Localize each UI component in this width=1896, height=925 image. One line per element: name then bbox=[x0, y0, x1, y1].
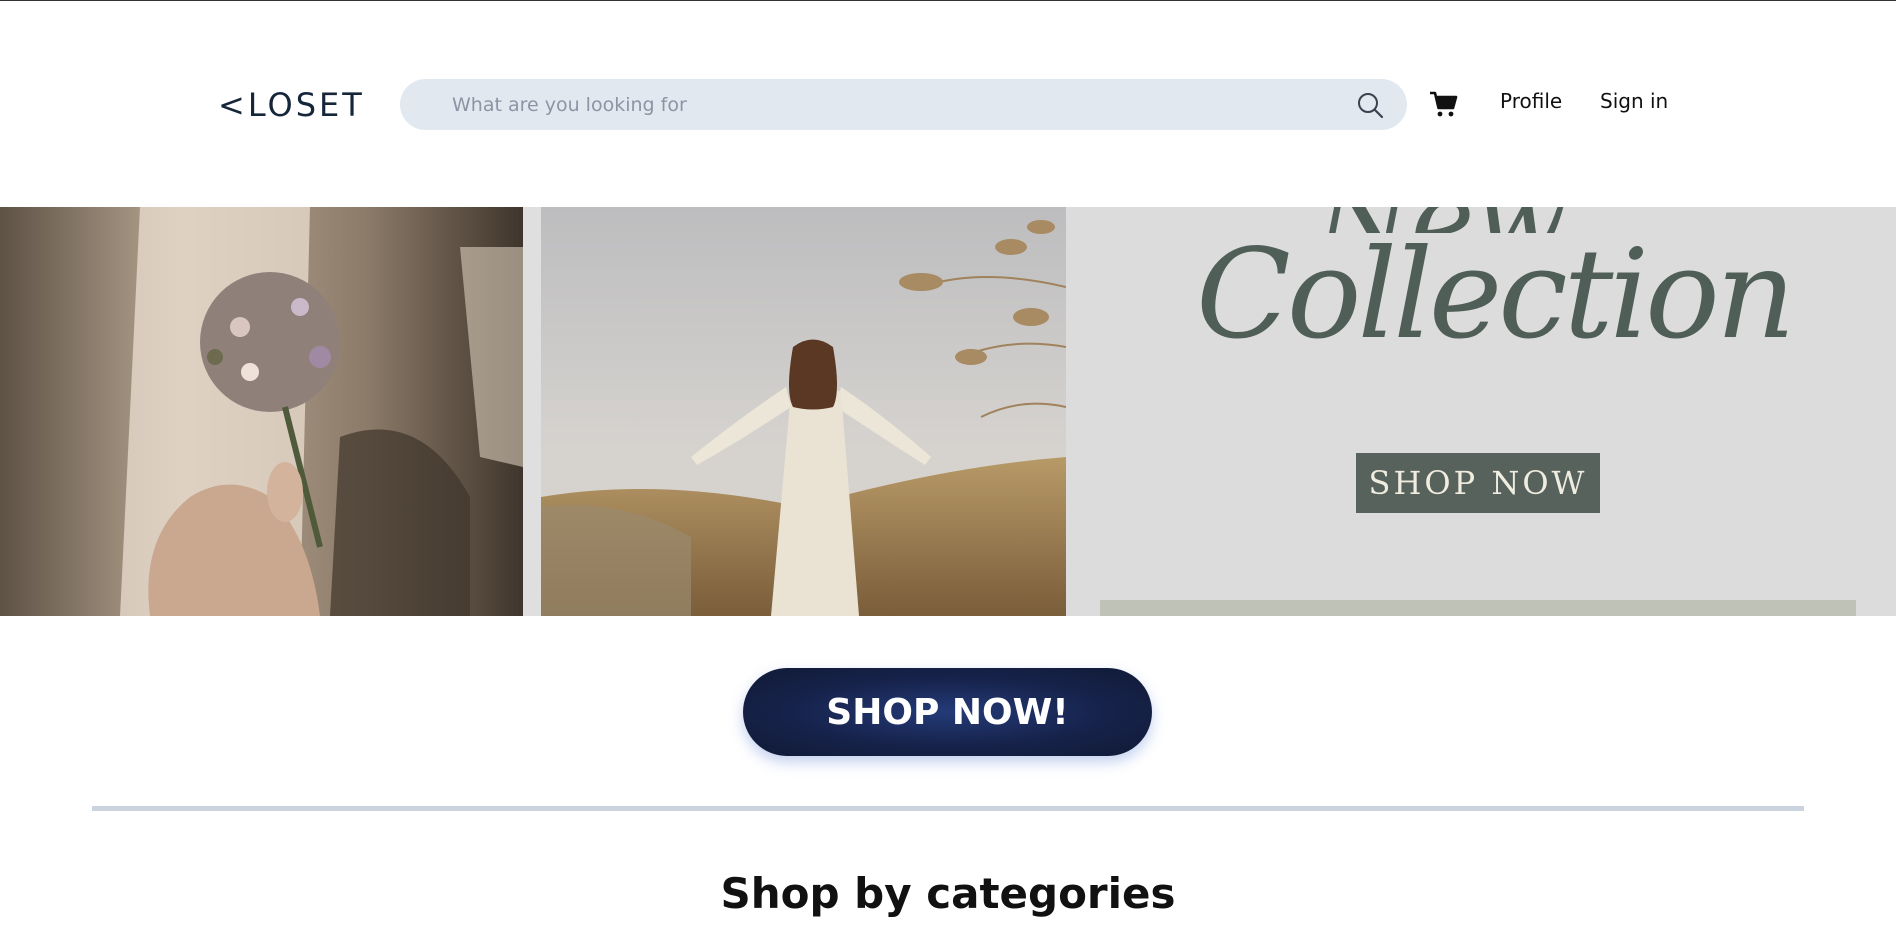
search-icon[interactable] bbox=[1355, 90, 1385, 120]
cart-icon[interactable] bbox=[1428, 88, 1460, 120]
search-bar bbox=[400, 79, 1407, 130]
promo-title-line2: Collection bbox=[1196, 223, 1796, 367]
search-input[interactable] bbox=[450, 92, 1355, 117]
promo-panel: New Collection SHOP NOW bbox=[1066, 207, 1896, 616]
hero-photo-bouquet bbox=[0, 207, 523, 616]
sign-in-link[interactable]: Sign in bbox=[1600, 89, 1668, 113]
promo-title: New Collection bbox=[1196, 207, 1796, 367]
site-header: <LOSET Profile Sign in bbox=[0, 1, 1896, 207]
hero-photo-field bbox=[541, 207, 1066, 616]
brand-logo[interactable]: <LOSET bbox=[218, 85, 365, 125]
section-divider bbox=[92, 806, 1804, 811]
promo-shop-now-button[interactable]: SHOP NOW bbox=[1356, 453, 1600, 513]
profile-link[interactable]: Profile bbox=[1500, 89, 1562, 113]
promo-strip bbox=[1100, 600, 1856, 616]
section-title: Shop by categories bbox=[720, 869, 1176, 918]
shop-now-button[interactable]: SHOP NOW! bbox=[743, 668, 1152, 756]
hero-banner[interactable]: New Collection SHOP NOW bbox=[0, 207, 1896, 616]
photo-gap bbox=[523, 207, 541, 616]
